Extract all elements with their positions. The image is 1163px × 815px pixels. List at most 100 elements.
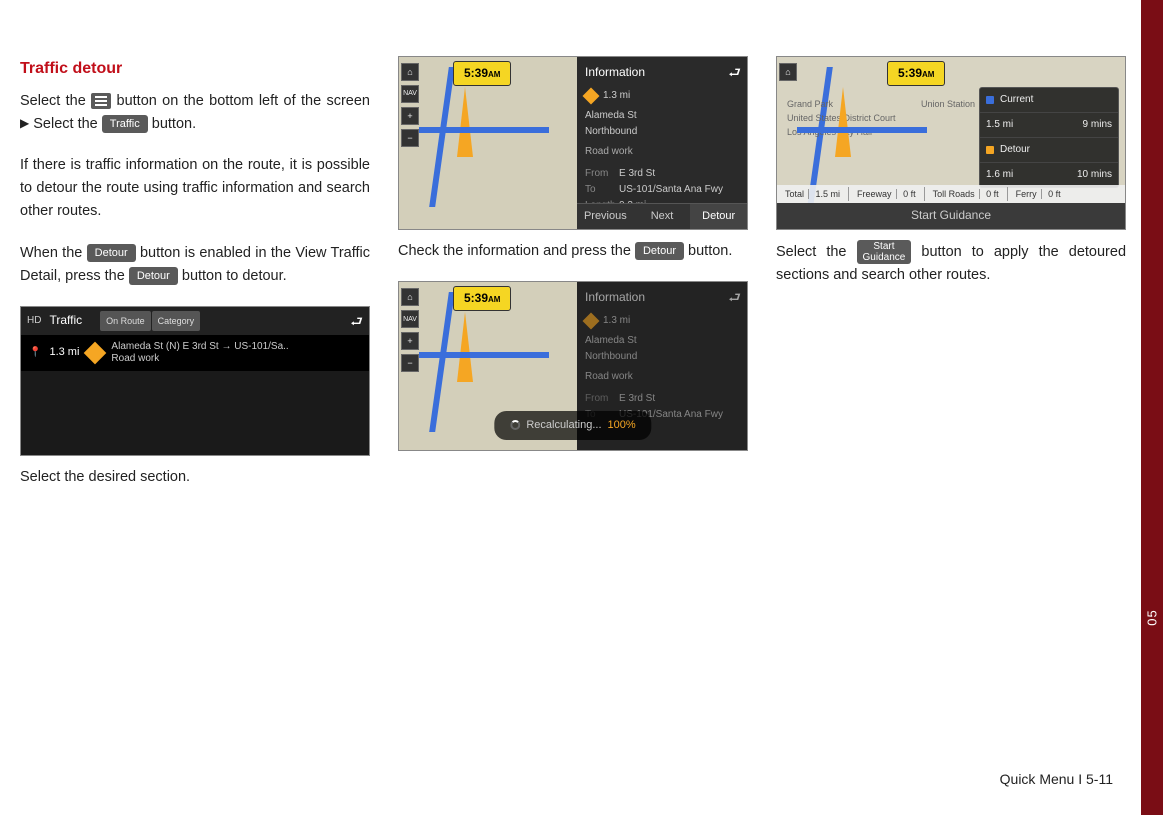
home-icon[interactable]: ⌂: [401, 288, 419, 306]
nav-icon[interactable]: NAV: [401, 310, 419, 328]
from-label: From: [585, 166, 619, 182]
text: button.: [688, 243, 732, 259]
text: button to detour.: [182, 268, 287, 284]
traffic-line2: Road work: [111, 353, 159, 364]
screenshot-start-guidance: ⌂ 5:39AM Grand ParkUnited States Distric…: [776, 56, 1126, 230]
current-dist: 1.5 mi: [986, 117, 1013, 133]
previous-button[interactable]: Previous: [577, 203, 634, 229]
detour-button-chip: Detour: [129, 267, 178, 285]
from-label: From: [585, 391, 619, 407]
to-value: US-101/Santa Ana Fwy: [619, 184, 723, 195]
map-label-union: Union Station: [921, 97, 975, 111]
clock-time: 5:39: [464, 291, 488, 305]
instruction-col2: Check the information and press the Deto…: [398, 240, 748, 263]
traffic-line1: Alameda St (N) E 3rd St → US-101/Sa..: [111, 341, 288, 352]
route-arrow-icon: [835, 87, 851, 157]
map-toolbar: ⌂ NAV + −: [399, 288, 421, 372]
map-view[interactable]: ⌂ NAV + − 5:39AM: [399, 57, 577, 229]
sg-l2: Guidance: [863, 252, 906, 263]
sum-fwy-lbl: Freeway: [853, 189, 897, 199]
sum-fwy-val: 0 ft: [899, 189, 920, 199]
home-icon[interactable]: ⌂: [779, 63, 797, 81]
from-value: E 3rd St: [619, 168, 655, 179]
traffic-item[interactable]: 📍 1.3 mi Alameda St (N) E 3rd St → US-10…: [21, 335, 369, 371]
info-street: Alameda St Northbound: [585, 108, 739, 140]
current-label: Current: [1000, 92, 1033, 108]
screenshot-info-detour: ⌂ NAV + − 5:39AM ⮐ Information 1.3: [398, 56, 748, 230]
instruction-1: Select the button on the bottom left of …: [20, 90, 370, 136]
warning-icon: [583, 88, 600, 105]
pin-icon: 📍: [29, 345, 41, 361]
info-title: Information: [585, 288, 739, 307]
map-view[interactable]: ⌂ 5:39AM Grand ParkUnited States Distric…: [777, 57, 1125, 229]
back-icon[interactable]: ⮐: [728, 61, 741, 83]
zoom-out-icon[interactable]: −: [401, 354, 419, 372]
back-icon[interactable]: ⮐: [350, 310, 363, 332]
zoom-in-icon[interactable]: +: [401, 332, 419, 350]
sg-l1: Start: [873, 241, 894, 252]
route-current[interactable]: Current: [980, 88, 1118, 113]
text: button on the bottom left of the screen: [117, 93, 370, 109]
screenshot-traffic-list: HD Traffic On Route Category ⮐ 📍 1.3 mi …: [20, 306, 370, 456]
info-name1: Alameda St: [585, 108, 739, 124]
back-icon[interactable]: ⮐: [728, 286, 741, 308]
traffic-button-chip: Traffic: [102, 115, 148, 133]
route-current-values: 1.5 mi 9 mins: [980, 113, 1118, 138]
column-2: ⌂ NAV + − 5:39AM ⮐ Information 1.3: [398, 56, 748, 489]
zoom-in-icon[interactable]: +: [401, 107, 419, 125]
map-toolbar: ⌂: [777, 63, 799, 81]
traffic-header: HD Traffic On Route Category ⮐: [21, 307, 369, 335]
route-arrow-icon: [457, 312, 473, 382]
sum-toll-lbl: Toll Roads: [929, 189, 980, 199]
info-title: Information: [585, 63, 739, 82]
info-footer: Previous Next Detour: [577, 203, 747, 229]
tab-on-route[interactable]: On Route: [100, 311, 151, 331]
traffic-desc: Alameda St (N) E 3rd St → US-101/Sa.. Ro…: [111, 341, 288, 365]
traffic-distance: 1.3 mi: [49, 344, 79, 362]
detour-dist: 1.6 mi: [986, 167, 1013, 183]
screenshot-recalculating: ⌂ NAV + − 5:39AM ⮐ Information 1.3: [398, 281, 748, 451]
clock-ampm: AM: [922, 70, 934, 79]
menu-icon: [91, 93, 111, 109]
current-time: 9 mins: [1083, 117, 1112, 133]
info-distance: 1.3 mi: [603, 313, 630, 329]
swatch-blue-icon: [986, 96, 994, 104]
summary-bar: Total 1.5 mi Freeway 0 ft Toll Roads 0 f…: [777, 185, 1125, 203]
column-3: ⌂ 5:39AM Grand ParkUnited States Distric…: [776, 56, 1126, 489]
zoom-out-icon[interactable]: −: [401, 129, 419, 147]
route-detour[interactable]: Detour: [980, 138, 1118, 163]
next-button[interactable]: Next: [634, 203, 691, 229]
caption-1: Select the desired section.: [20, 466, 370, 489]
detour-button-chip: Detour: [87, 244, 136, 262]
detour-label: Detour: [1000, 142, 1030, 158]
route-detour-values: 1.6 mi 10 mins: [980, 163, 1118, 187]
clock-time: 5:39: [464, 66, 488, 80]
clock-badge: 5:39AM: [453, 286, 511, 311]
route-arrow-icon: [457, 87, 473, 157]
instruction-3: When the Detour button is enabled in the…: [20, 242, 370, 288]
clock-badge: 5:39AM: [453, 61, 511, 86]
text: Check the information and press the: [398, 243, 635, 259]
text: Select the: [20, 93, 91, 109]
instruction-2: If there is traffic information on the r…: [20, 154, 370, 224]
info-incident: Road work: [585, 369, 739, 385]
detour-button[interactable]: Detour: [690, 203, 747, 229]
warning-icon: [583, 313, 600, 330]
recalc-text: Recalculating...: [526, 417, 601, 435]
traffic-title: Traffic: [49, 311, 82, 330]
nav-icon[interactable]: NAV: [401, 85, 419, 103]
from-value: E 3rd St: [619, 393, 655, 404]
home-icon[interactable]: ⌂: [401, 63, 419, 81]
text: Select the: [33, 116, 102, 132]
hd-icon: HD: [27, 313, 41, 329]
info-incident: Road work: [585, 144, 739, 160]
traffic-tabs: On Route Category: [100, 311, 200, 331]
start-guidance-button[interactable]: Start Guidance: [777, 203, 1125, 229]
page-footer: Quick Menu I 5-11: [1000, 771, 1113, 787]
recalc-pct: 100%: [608, 417, 636, 435]
sum-ferry-lbl: Ferry: [1012, 189, 1042, 199]
chapter-tab: 05: [1141, 0, 1163, 815]
warning-icon: [84, 342, 107, 365]
tab-category[interactable]: Category: [152, 311, 201, 331]
sum-toll-val: 0 ft: [982, 189, 1003, 199]
